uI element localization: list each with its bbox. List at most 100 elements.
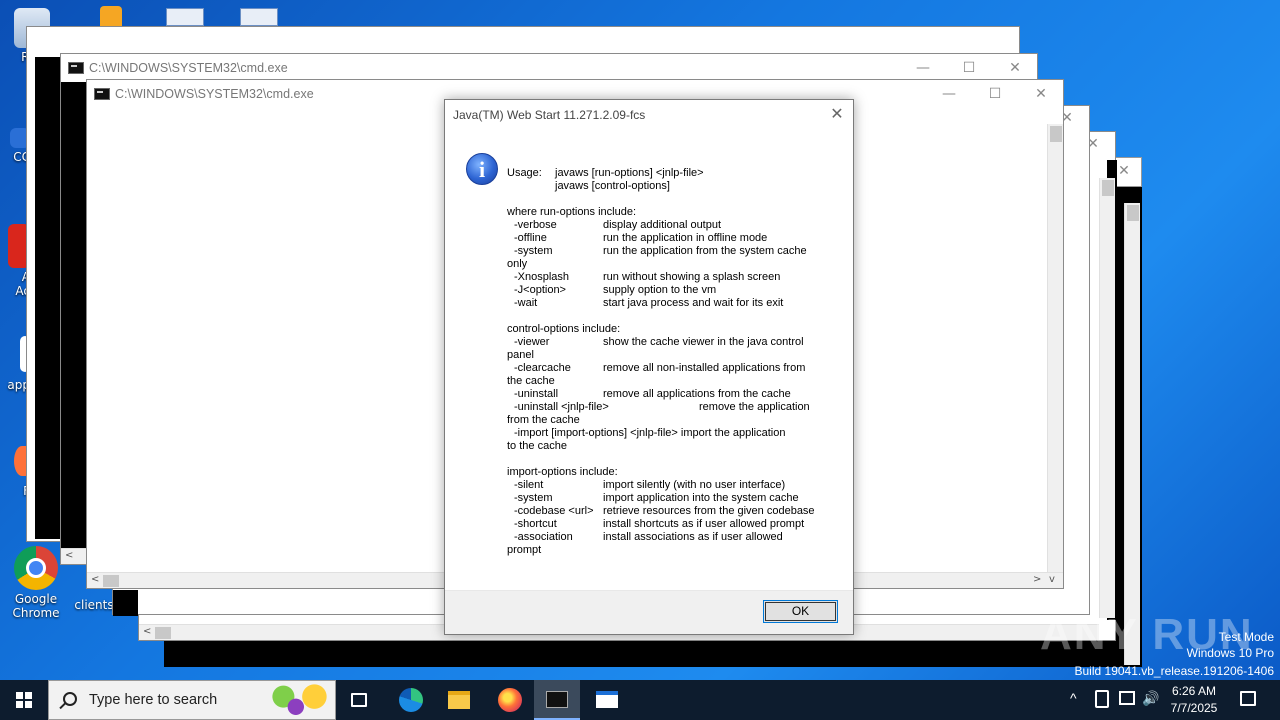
usage-line: -system import application into the syste… <box>507 492 832 505</box>
usage-key: -silent <box>514 479 544 491</box>
window-title: C:\WINDOWS\SYSTEM32\cmd.exe <box>115 87 314 101</box>
usage-line: only <box>507 258 832 271</box>
usage-desc: install associations as if user allowed <box>603 531 783 543</box>
usage-line: -Xnosplash run without showing a splash s… <box>507 271 832 284</box>
usage-desc: display additional output <box>603 219 722 231</box>
close-button[interactable]: ✕ <box>827 104 847 123</box>
usage-line: -system run the application from the syst… <box>507 245 832 258</box>
usage-desc: javaws [control-options] <box>555 180 670 192</box>
clock[interactable]: 6:26 AM 7/7/2025 <box>1160 683 1228 717</box>
usage-key: -import [import-options] <jnlp-file> imp… <box>514 427 786 439</box>
search-icon <box>63 692 77 706</box>
maximize-button[interactable]: ☐ <box>983 84 1007 104</box>
cmd-icon <box>94 88 110 100</box>
usage-key: -system <box>514 492 553 504</box>
test-mode-label: Test Mode <box>1218 630 1274 644</box>
usage-key: -Xnosplash <box>514 271 570 283</box>
usage-line: javaws [control-options] <box>507 180 832 193</box>
usage-key: -verbose <box>514 219 557 231</box>
search-box[interactable]: Type here to search <box>48 680 336 720</box>
usage-key: from the cache <box>507 414 580 426</box>
usage-line: -verbose display additional output <box>507 219 832 232</box>
start-button[interactable] <box>0 680 48 720</box>
close-button[interactable]: ✕ <box>1029 84 1053 104</box>
minimize-button[interactable]: — <box>937 84 961 104</box>
scroll-down-arrow[interactable]: v <box>1049 574 1055 585</box>
windows-edition-label: Windows 10 Pro <box>1186 646 1274 660</box>
usage-desc: import application into the system cache <box>603 492 799 504</box>
app-window-icon[interactable] <box>584 680 630 720</box>
usage-key: only <box>507 258 528 270</box>
firefox-icon[interactable] <box>486 680 532 720</box>
usage-key: control-options include: <box>507 323 621 335</box>
usage-line <box>507 193 832 206</box>
usage-line <box>507 453 832 466</box>
vertical-scrollbar[interactable] <box>1099 178 1115 618</box>
search-highlight-image <box>271 683 333 717</box>
usage-key: -uninstall <jnlp-file> <box>514 401 609 413</box>
usage-line: Usage: javaws [run-options] <jnlp-file> <box>507 167 832 180</box>
desktop-icon-top-3[interactable] <box>240 8 278 26</box>
usage-desc: run the application in offline mode <box>603 232 768 244</box>
usage-key: -J<option> <box>514 284 566 296</box>
usage-line: -clearcache remove all non-installed appl… <box>507 362 832 375</box>
connection-icon[interactable] <box>1119 691 1135 705</box>
scroll-thumb[interactable] <box>103 575 119 587</box>
usage-desc: remove the application <box>699 401 810 413</box>
usage-key: -association <box>514 531 573 543</box>
edge-icon[interactable] <box>388 680 434 720</box>
cmd-icon <box>68 62 84 74</box>
usage-desc: retrieve resources from the given codeba… <box>603 505 815 517</box>
usage-line <box>507 310 832 323</box>
vertical-scrollbar[interactable] <box>1124 203 1140 665</box>
notification-icon[interactable] <box>1240 691 1256 706</box>
desktop-icon-google-chrome[interactable]: Google Chrome <box>6 546 66 620</box>
maximize-button[interactable]: ☐ <box>957 58 981 78</box>
close-button[interactable]: ✕ <box>1003 58 1027 78</box>
scroll-left-arrow[interactable]: < <box>91 574 99 585</box>
usage-key: -system <box>514 245 553 257</box>
usage-desc: start java process and wait for its exit <box>603 297 784 309</box>
usage-key: -uninstall <box>514 388 559 400</box>
usage-line: from the cache <box>507 414 832 427</box>
volume-icon[interactable]: 🔊 <box>1142 690 1159 720</box>
usage-desc: install shortcuts as if user allowed pro… <box>603 518 805 530</box>
desktop-icon-top-2[interactable] <box>166 8 204 26</box>
usage-desc: remove all non-installed applications fr… <box>603 362 806 374</box>
usage-key: -wait <box>514 297 538 309</box>
windows-logo-icon <box>16 692 32 708</box>
minimize-button[interactable]: — <box>911 58 935 78</box>
network-icon[interactable] <box>1095 690 1109 708</box>
usage-key: to the cache <box>507 440 567 452</box>
usage-desc: javaws [run-options] <jnlp-file> <box>555 167 704 179</box>
vertical-scrollbar[interactable] <box>1047 124 1063 572</box>
usage-key: -offline <box>514 232 547 244</box>
search-placeholder: Type here to search <box>89 692 218 708</box>
usage-desc: supply option to the vm <box>603 284 717 296</box>
usage-line: -offline run the application in offline m… <box>507 232 832 245</box>
usage-desc: remove all applications from the cache <box>603 388 791 400</box>
ok-button[interactable]: OK <box>763 600 838 623</box>
scroll-right-arrow[interactable]: > <box>1033 574 1041 585</box>
chrome-icon <box>14 546 58 590</box>
file-explorer-icon[interactable] <box>436 680 482 720</box>
desktop-icon-label: Google Chrome <box>12 592 60 620</box>
usage-line: where run-options include: <box>507 206 832 219</box>
cmd-icon[interactable] <box>534 680 580 720</box>
usage-line: control-options include: <box>507 323 832 336</box>
usage-key: -clearcache <box>514 362 571 374</box>
usage-line: panel <box>507 349 832 362</box>
usage-key: -shortcut <box>514 518 557 530</box>
usage-key: Usage: <box>507 167 542 179</box>
show-hidden-icons[interactable]: ^ <box>1070 690 1077 720</box>
clock-time: 6:26 AM <box>1171 684 1217 698</box>
task-view-icon[interactable] <box>336 680 382 720</box>
java-web-start-dialog[interactable]: Java(TM) Web Start 11.271.2.09-fcs ✕ i U… <box>444 99 854 635</box>
usage-line: import-options include: <box>507 466 832 479</box>
usage-line: prompt <box>507 544 832 557</box>
usage-line: -wait start java process and wait for its… <box>507 297 832 310</box>
desktop-icon-top-1[interactable] <box>100 6 122 26</box>
usage-line: -shortcut install shortcuts as if user al… <box>507 518 832 531</box>
usage-key: the cache <box>507 375 555 387</box>
usage-line: -import [import-options] <jnlp-file> imp… <box>507 427 832 440</box>
